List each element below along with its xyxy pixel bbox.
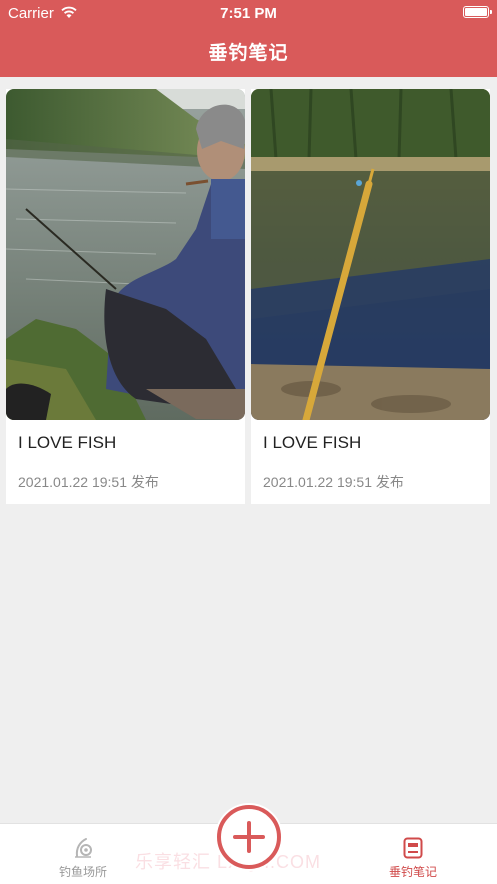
- note-photo: [251, 89, 490, 420]
- note-date: 2021.01.22 19:51 发布: [263, 474, 404, 490]
- battery-icon: [463, 6, 492, 18]
- note-title: I LOVE FISH: [263, 433, 362, 452]
- tab-label: 垂钓笔记: [388, 865, 437, 879]
- status-bar: Carrier 7:51 PM: [0, 0, 497, 26]
- add-note-button[interactable]: [215, 803, 283, 871]
- status-time: 7:51 PM: [220, 5, 277, 22]
- notebook-icon: [403, 837, 423, 859]
- fishing-spot-icon: [75, 838, 92, 858]
- add-icon: [217, 805, 281, 869]
- note-card[interactable]: I LOVE FISH 2021.01.22 19:51 发布: [6, 89, 245, 504]
- app-header: Carrier 7:51 PM 垂钓笔记: [0, 0, 497, 77]
- page-title: 垂钓笔记: [208, 42, 289, 64]
- note-photo: [6, 89, 245, 420]
- note-date: 2021.01.22 19:51 发布: [18, 474, 159, 490]
- note-title: I LOVE FISH: [18, 433, 117, 452]
- note-card[interactable]: I LOVE FISH 2021.01.22 19:51 发布: [251, 89, 490, 504]
- tab-label: 钓鱼场所: [58, 865, 107, 879]
- tab-fishing-spots[interactable]: 钓鱼场所: [33, 824, 133, 884]
- tab-fishing-notes[interactable]: 垂钓笔记: [363, 824, 463, 884]
